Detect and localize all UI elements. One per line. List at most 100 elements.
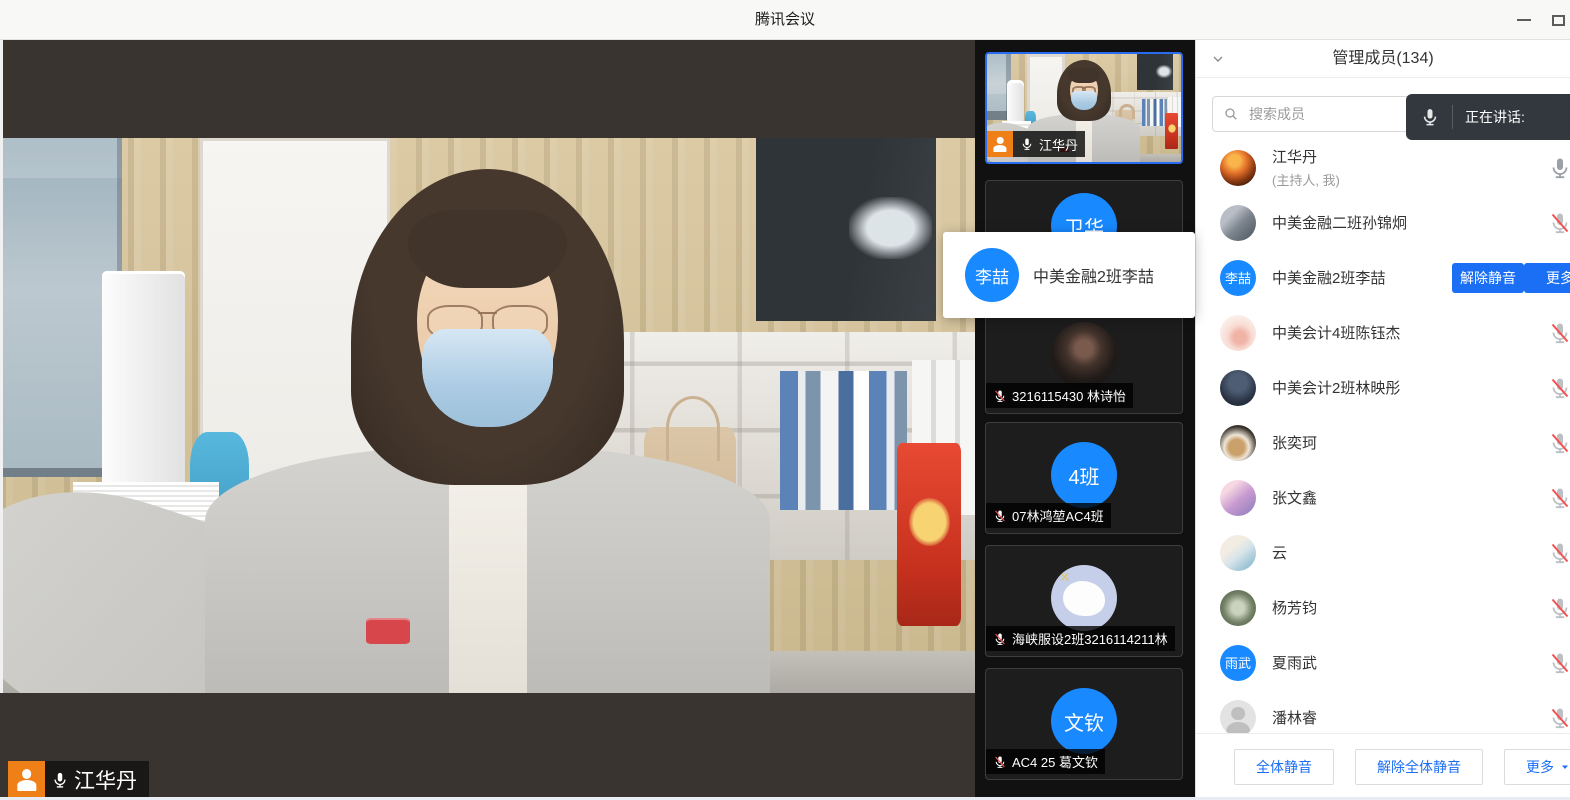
member-row[interactable]: 中美会计2班林映彤 <box>1196 360 1570 415</box>
avatar: 4班 <box>1051 442 1117 508</box>
muted-mic-icon <box>993 755 1007 769</box>
video-thumbnail-linshiyi[interactable]: 3216115430 林诗怡 <box>985 302 1183 414</box>
muted-mic-icon[interactable] <box>1548 651 1570 675</box>
main-video-stage: 江华丹 <box>0 40 975 800</box>
thumb-name: 3216115430 林诗怡 <box>1012 386 1126 405</box>
thumb-name: 海峡服设2班3216114211林 <box>1012 629 1168 648</box>
member-row[interactable]: 云 <box>1196 525 1570 580</box>
search-icon <box>1223 106 1239 122</box>
muted-mic-icon[interactable] <box>1548 321 1570 345</box>
speaking-toast: 正在讲话: <box>1406 94 1570 140</box>
avatar <box>1220 425 1256 461</box>
snack-bag <box>897 443 961 626</box>
panel-header: 管理成员(134) <box>1196 40 1570 78</box>
mic-icon <box>51 771 69 789</box>
avatar <box>1220 700 1256 736</box>
hover-card-name: 中美金融2班李喆 <box>1033 263 1154 287</box>
member-name: 中美会计2班林映彤 <box>1272 377 1400 398</box>
mute-all-button[interactable]: 全体静音 <box>1234 749 1334 785</box>
member-name: 江华丹 <box>1272 146 1340 167</box>
footer-more-label: 更多 <box>1526 757 1554 777</box>
member-name: 中美金融2班李喆 <box>1272 267 1385 288</box>
muted-mic-icon[interactable] <box>1548 596 1570 620</box>
ac-unit <box>102 271 185 499</box>
person-bangs <box>408 210 568 288</box>
mic-icon <box>1020 137 1034 151</box>
muted-mic-icon <box>993 389 1007 403</box>
minimize-button[interactable] <box>1506 0 1542 40</box>
member-name: 杨芳钧 <box>1272 597 1317 618</box>
speaker-badge: 江华丹 <box>8 761 149 798</box>
video-thumbnail-linhongkun[interactable]: 4班 07林鸿堃AC4班 <box>985 422 1183 534</box>
mic-icon[interactable] <box>1548 156 1570 180</box>
muted-mic-icon <box>993 509 1007 523</box>
muted-mic-icon[interactable] <box>1548 541 1570 565</box>
video-thumbnail-self[interactable]: 江华丹 <box>985 52 1183 164</box>
footer-more-button[interactable]: 更多 <box>1504 749 1570 785</box>
member-name: 张文鑫 <box>1272 487 1317 508</box>
member-row[interactable]: 张文鑫 <box>1196 470 1570 525</box>
right-window <box>756 138 936 321</box>
more-button[interactable]: 更多 <box>1524 263 1570 293</box>
window-edge <box>0 40 3 693</box>
muted-mic-icon[interactable] <box>1548 486 1570 510</box>
binders <box>780 371 907 510</box>
member-row[interactable]: 杨芳钧 <box>1196 580 1570 635</box>
titlebar: 腾讯会议 <box>0 0 1570 40</box>
member-name: 夏雨武 <box>1272 652 1317 673</box>
avatar: 文钦 <box>1051 688 1117 754</box>
window-title: 腾讯会议 <box>0 0 1570 40</box>
member-name: 中美金融二班孙锦炯 <box>1272 212 1407 233</box>
member-row-hovered[interactable]: 李喆 中美金融2班李喆 解除静音 更多 <box>1196 250 1570 305</box>
divider <box>1452 105 1453 129</box>
muted-mic-icon[interactable] <box>1548 376 1570 400</box>
avatar <box>1051 322 1117 388</box>
avatar <box>1220 535 1256 571</box>
meeting-window: 腾讯会议 <box>0 0 1570 800</box>
collapse-chevron-icon[interactable] <box>1210 51 1226 67</box>
maximize-button[interactable] <box>1540 0 1570 40</box>
host-icon <box>987 131 1013 157</box>
muted-mic-icon <box>993 632 1007 646</box>
speaker-name: 江华丹 <box>74 765 137 795</box>
avatar <box>1220 590 1256 626</box>
member-row[interactable]: 张奕珂 <box>1196 415 1570 470</box>
thumbnail-strip: 江华丹 卫华 3216115430 林诗怡 4班 07林鸿堃AC4班 <box>975 40 1195 800</box>
panel-title: 管理成员(134) <box>1196 40 1570 78</box>
avatar <box>1220 205 1256 241</box>
avatar: 李喆 <box>1220 260 1256 296</box>
main-webcam-video <box>0 138 975 693</box>
host-icon <box>8 761 45 798</box>
thumb-name: 江华丹 <box>1039 135 1078 154</box>
member-panel: 管理成员(134) 正在讲话: 江华丹 (主持人, 我) 中美金融二班孙锦 <box>1195 40 1570 800</box>
muted-mic-icon[interactable] <box>1548 431 1570 455</box>
member-role: (主持人, 我) <box>1272 170 1340 189</box>
member-row[interactable]: 中美会计4班陈钰杰 <box>1196 305 1570 360</box>
video-thumbnail-haixia[interactable]: 海峡服设2班3216114211林 <box>985 545 1183 657</box>
thumb-name: AC4 25 葛文钦 <box>1012 752 1098 771</box>
avatar <box>1220 370 1256 406</box>
avatar: 李喆 <box>965 248 1019 302</box>
muted-mic-icon[interactable] <box>1548 211 1570 235</box>
member-name: 云 <box>1272 542 1287 563</box>
thumb-name: 07林鸿堃AC4班 <box>1012 506 1104 525</box>
avatar <box>1220 315 1256 351</box>
video-thumbnail-gewenqin[interactable]: 文钦 AC4 25 葛文钦 <box>985 668 1183 780</box>
member-row[interactable]: 雨武 夏雨武 <box>1196 635 1570 690</box>
unmute-button[interactable]: 解除静音 <box>1452 263 1524 293</box>
person-shirt <box>449 471 527 693</box>
speaking-label: 正在讲话: <box>1465 107 1525 127</box>
member-row[interactable]: 中美金融二班孙锦炯 <box>1196 195 1570 250</box>
panel-footer: 全体静音 解除全体静音 更多 <box>1196 733 1570 800</box>
avatar <box>1220 480 1256 516</box>
thumb-label: 江华丹 <box>987 131 1085 157</box>
unmute-all-button[interactable]: 解除全体静音 <box>1355 749 1483 785</box>
member-name: 中美会计4班陈钰杰 <box>1272 322 1400 343</box>
mic-icon <box>1420 107 1440 127</box>
red-badge <box>366 618 411 644</box>
member-row[interactable]: 江华丹 (主持人, 我) <box>1196 140 1570 195</box>
member-hover-card: 李喆 中美金融2班李喆 <box>943 232 1195 318</box>
member-name: 张奕珂 <box>1272 432 1317 453</box>
avatar <box>1220 150 1256 186</box>
muted-mic-icon[interactable] <box>1548 706 1570 730</box>
